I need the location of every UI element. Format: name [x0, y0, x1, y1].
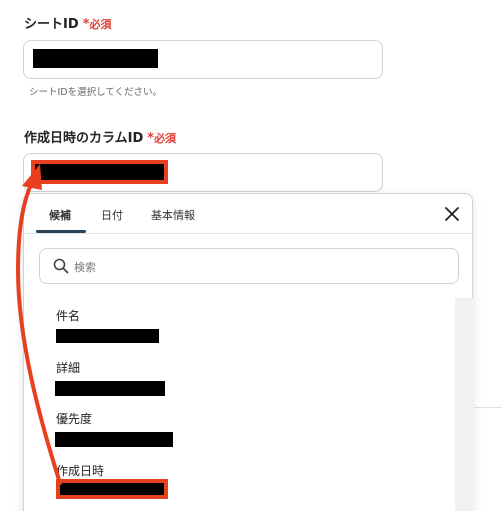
arrow-annotation — [15, 164, 62, 485]
